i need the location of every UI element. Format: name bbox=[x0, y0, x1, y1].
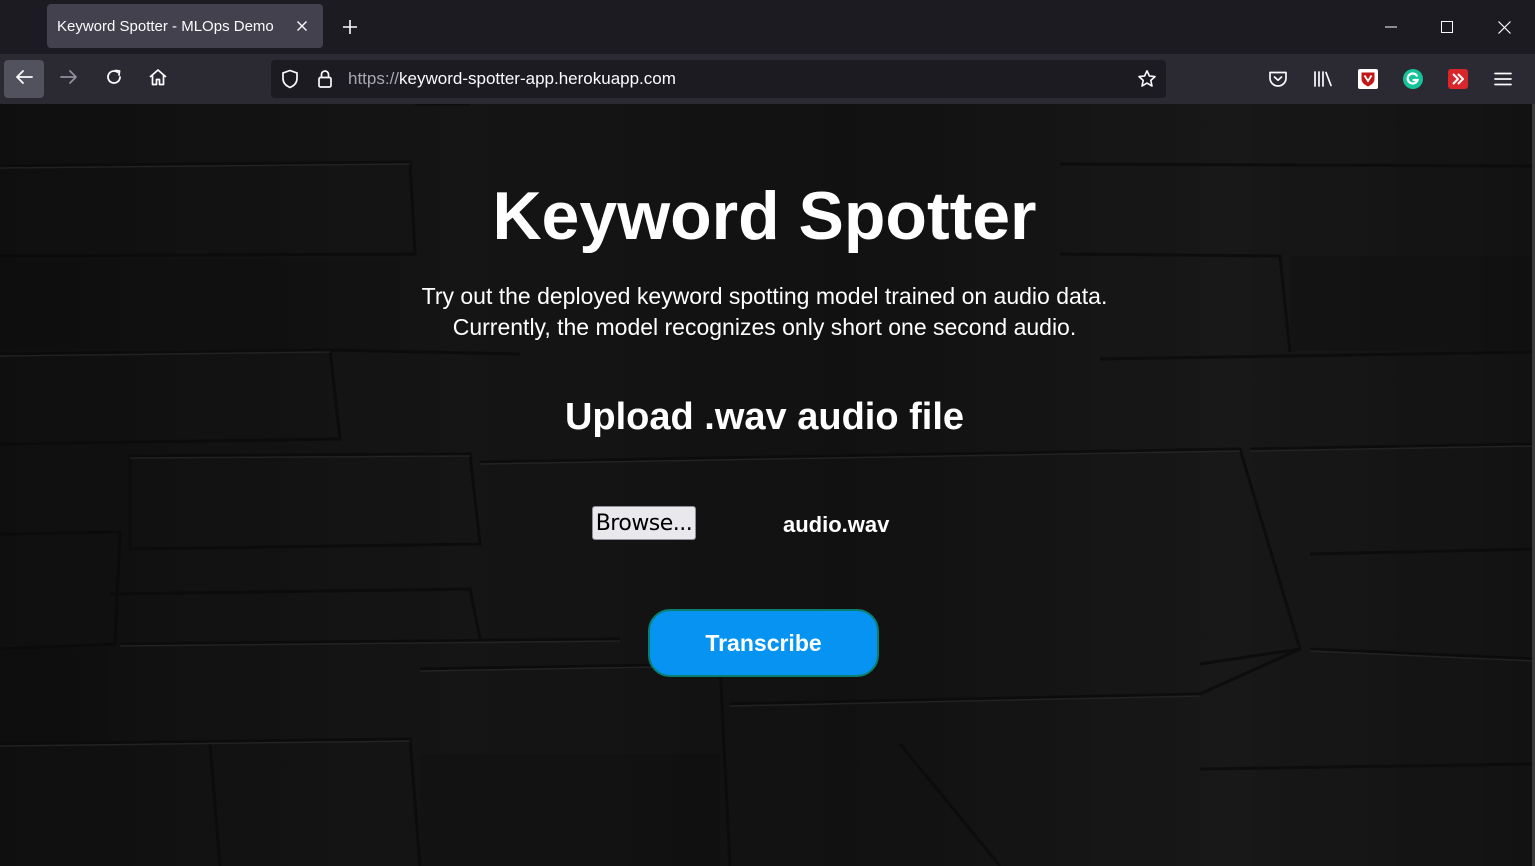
transcribe-button[interactable]: Transcribe bbox=[648, 609, 879, 677]
window-close-icon[interactable] bbox=[1476, 0, 1532, 54]
library-icon[interactable] bbox=[1312, 68, 1334, 90]
browser-tab[interactable]: Keyword Spotter - MLOps Demo bbox=[47, 4, 323, 48]
maximize-icon[interactable] bbox=[1419, 0, 1475, 54]
selected-file-name: audio.wav bbox=[783, 512, 890, 537]
reload-icon bbox=[105, 68, 123, 91]
page-content: Keyword Spotter Try out the deployed key… bbox=[0, 104, 1535, 866]
arrow-right-icon bbox=[60, 69, 78, 90]
navigation-bar: https://keyword-spotter-app.herokuapp.co… bbox=[0, 54, 1535, 104]
browse-button[interactable]: Browse... bbox=[592, 506, 696, 540]
description-line-2: Currently, the model recognizes only sho… bbox=[452, 314, 1077, 340]
page-title: Keyword Spotter bbox=[492, 178, 1037, 254]
back-button[interactable] bbox=[4, 60, 44, 98]
extension-icon[interactable] bbox=[1447, 68, 1469, 90]
reload-button[interactable] bbox=[94, 60, 134, 98]
url-text[interactable]: https://keyword-spotter-app.herokuapp.co… bbox=[348, 60, 676, 98]
star-icon[interactable] bbox=[1136, 68, 1158, 90]
upload-heading: Upload .wav audio file bbox=[564, 396, 965, 438]
tab-close-icon[interactable] bbox=[291, 15, 313, 37]
grammarly-icon[interactable] bbox=[1402, 68, 1424, 90]
mcafee-icon[interactable] bbox=[1357, 68, 1379, 90]
arrow-left-icon bbox=[15, 69, 33, 90]
home-icon bbox=[148, 68, 168, 91]
tab-title: Keyword Spotter - MLOps Demo bbox=[57, 17, 274, 35]
forward-button[interactable] bbox=[49, 60, 89, 98]
url-protocol: https:// bbox=[348, 69, 400, 88]
pocket-icon[interactable] bbox=[1267, 68, 1289, 90]
home-button[interactable] bbox=[138, 60, 178, 98]
lock-icon[interactable] bbox=[314, 68, 336, 90]
hamburger-menu-icon[interactable] bbox=[1492, 68, 1514, 90]
minimize-icon[interactable] bbox=[1363, 0, 1419, 54]
description-line-1: Try out the deployed keyword spotting mo… bbox=[421, 283, 1108, 309]
new-tab-icon[interactable] bbox=[336, 13, 364, 41]
url-bar[interactable]: https://keyword-spotter-app.herokuapp.co… bbox=[271, 60, 1166, 98]
tab-strip: Keyword Spotter - MLOps Demo bbox=[0, 0, 1535, 54]
shield-icon[interactable] bbox=[279, 68, 301, 90]
url-host: keyword-spotter-app.herokuapp.com bbox=[399, 69, 676, 88]
